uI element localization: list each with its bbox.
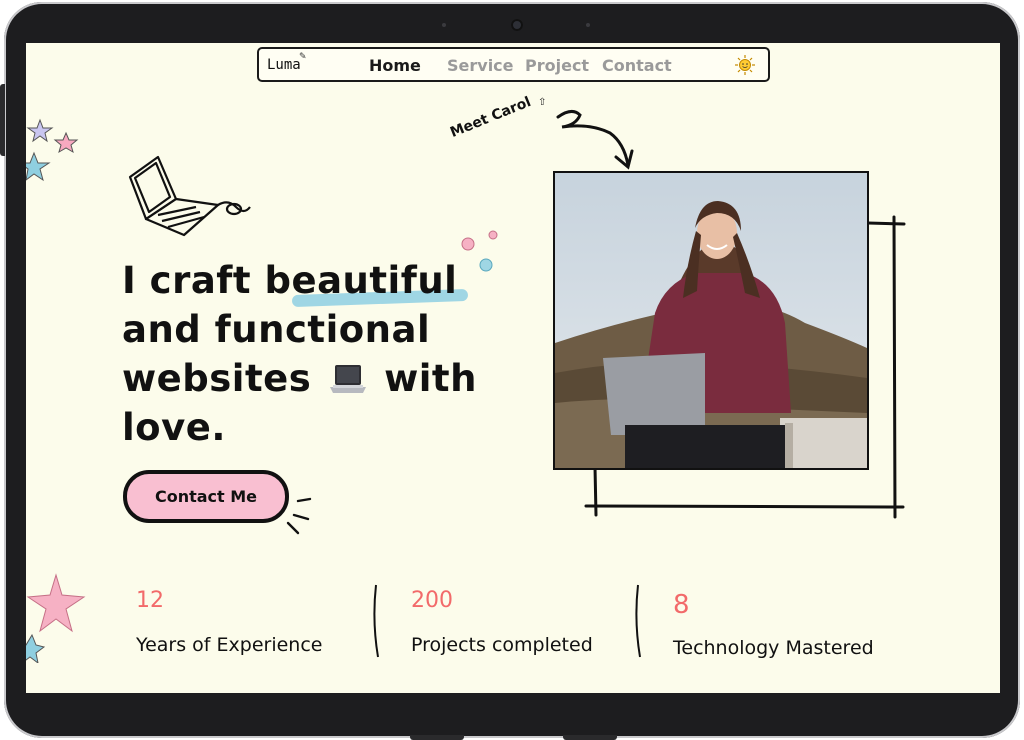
nav-link-project[interactable]: Project — [525, 56, 589, 75]
headline-text: I craft — [122, 259, 252, 302]
logo-sparkle-icon: ✎ — [299, 52, 307, 62]
navbar: Luma ✎ Home Service Project Contact — [257, 47, 770, 82]
stat-label: Technology Mastered — [673, 637, 874, 659]
stat-value: 200 — [411, 588, 453, 613]
emphasis-lines-icon — [286, 497, 312, 535]
sensor-dot — [586, 23, 590, 27]
camera-icon — [511, 19, 523, 31]
stars-decoration-icon — [26, 118, 79, 182]
stat-value: 8 — [673, 590, 690, 620]
headline-text: love. — [122, 406, 226, 449]
headline-text: and functional — [122, 308, 431, 351]
contact-me-button[interactable]: Contact Me — [123, 470, 289, 523]
hero-headline: I craft beautiful and functional website… — [122, 256, 522, 452]
meet-label: Meet Carol — [448, 94, 534, 141]
stat-value: 12 — [136, 588, 164, 613]
nav-link-contact[interactable]: Contact — [602, 56, 672, 75]
logo[interactable]: Luma — [267, 57, 301, 73]
stars-decoration-icon — [26, 573, 86, 663]
headline-text: with — [384, 357, 477, 400]
laptop-sketch-icon — [128, 155, 251, 237]
stat-label: Projects completed — [411, 634, 593, 656]
headline-text: websites — [122, 357, 312, 400]
divider — [373, 584, 379, 658]
profile-photo — [553, 171, 869, 470]
nav-link-service[interactable]: Service — [447, 56, 514, 75]
sparkle-icon: ⇧ — [538, 97, 547, 108]
headline-highlight: beautiful — [264, 259, 458, 302]
nav-link-home[interactable]: Home — [369, 56, 421, 75]
sun-icon[interactable] — [735, 55, 755, 75]
hardware-button — [563, 735, 617, 740]
divider — [635, 584, 641, 658]
website-screen: Luma ✎ Home Service Project Contact I cr… — [26, 43, 1000, 693]
sensor-dot — [442, 23, 446, 27]
curved-arrow-icon — [556, 110, 634, 170]
volume-button — [0, 84, 5, 156]
laptop-emoji-icon — [329, 365, 366, 393]
stat-label: Years of Experience — [136, 634, 323, 656]
hardware-button — [410, 735, 464, 740]
